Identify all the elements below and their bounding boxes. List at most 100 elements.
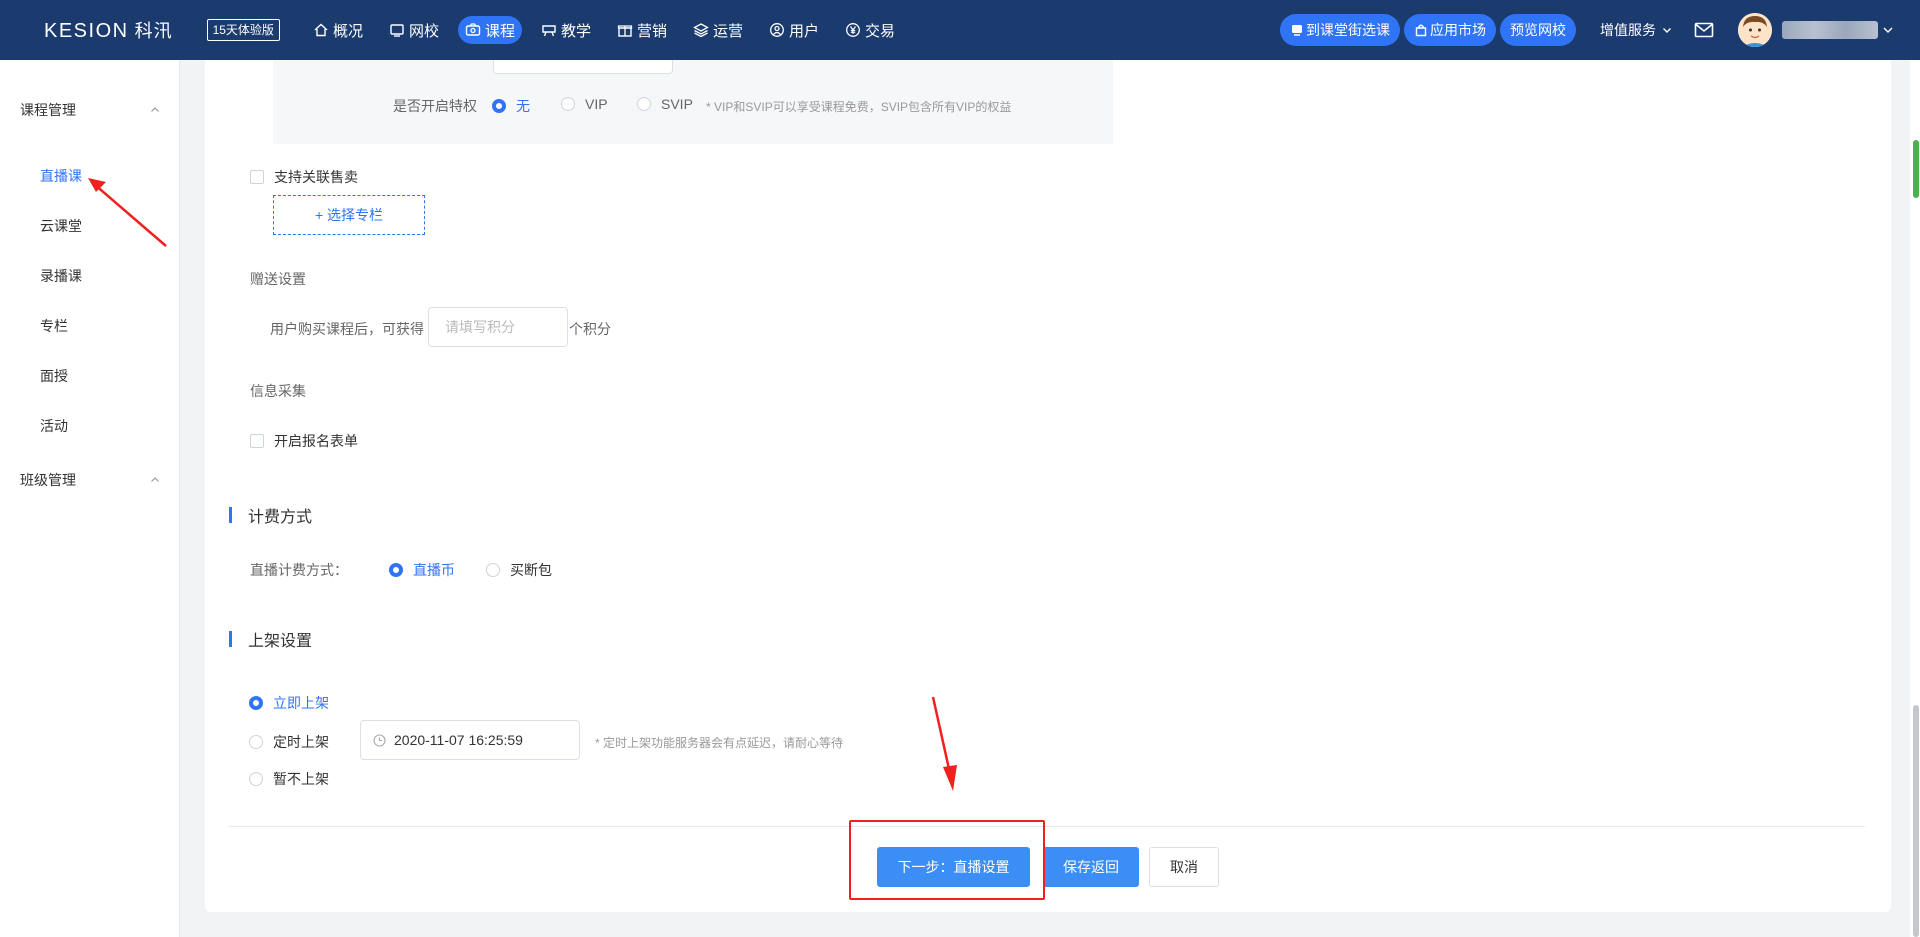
sidebar: 课程管理 直播课 云课堂 录播课 专栏 面授 活动 班级管理 — [0, 60, 180, 937]
section-title-text: 计费方式 — [248, 509, 313, 526]
billing-radio-coin[interactable]: 直播币 — [389, 560, 455, 580]
privilege-radio-none[interactable]: 无 — [492, 96, 530, 116]
points-placeholder: 请填写积分 — [445, 319, 515, 335]
sidebar-item-recorded[interactable]: 录播课 — [40, 266, 82, 286]
top-nav-bar: KESION 科汛 15天体验版 概况 网校 课程 教学 营销 运营 用户 交易… — [0, 0, 1920, 60]
radio-checked — [492, 99, 506, 113]
bag-icon — [1415, 24, 1427, 37]
nav-trade[interactable]: 交易 — [838, 16, 902, 44]
radio-label: 暂不上架 — [273, 771, 329, 787]
radio-label: SVIP — [661, 96, 693, 112]
related-sale-checkbox[interactable]: 支持关联售卖 — [250, 167, 358, 187]
radio-label: 立即上架 — [273, 695, 329, 711]
sidebar-group-label: 课程管理 — [20, 102, 76, 118]
radio-unchecked — [249, 735, 263, 749]
shelf-radio-scheduled[interactable]: 定时上架 — [249, 732, 329, 752]
radio-unchecked — [561, 97, 575, 111]
gift-section-title: 赠送设置 — [250, 271, 306, 287]
nav-label: 网校 — [408, 22, 439, 40]
radio-checked — [389, 563, 403, 577]
cancel-button[interactable]: 取消 — [1149, 847, 1219, 887]
pill-label: 到课堂街选课 — [1306, 22, 1390, 38]
radio-unchecked — [637, 97, 651, 111]
checkbox-unchecked — [250, 170, 264, 184]
user-icon — [770, 23, 784, 37]
datetime-value: 2020-11-07 16:25:59 — [394, 732, 523, 748]
radio-label: 直播币 — [413, 562, 455, 578]
shelf-radio-now[interactable]: 立即上架 — [249, 693, 329, 713]
sidebar-item-live[interactable]: 直播课 — [40, 166, 82, 186]
sidebar-group-course[interactable]: 课程管理 — [20, 100, 160, 120]
yen-icon — [846, 23, 860, 37]
username-blurred[interactable] — [1782, 21, 1878, 39]
sidebar-group-class[interactable]: 班级管理 — [20, 470, 160, 490]
nav-teach[interactable]: 教学 — [534, 16, 598, 44]
mail-icon[interactable] — [1694, 22, 1714, 38]
save-return-button[interactable]: 保存返回 — [1043, 847, 1139, 887]
app-market-button[interactable]: 应用市场 — [1404, 14, 1496, 46]
brand-logo[interactable]: KESION 科汛 — [44, 17, 173, 43]
cut-off-input[interactable] — [493, 60, 673, 74]
privilege-radio-vip[interactable]: VIP — [561, 96, 608, 112]
section-bar — [229, 507, 232, 523]
choose-column-button[interactable]: + 选择专栏 — [273, 195, 425, 235]
nav-label: 教学 — [560, 22, 591, 40]
annotation-arrow-icon — [931, 696, 957, 791]
to-course-street-button[interactable]: 到课堂街选课 — [1280, 14, 1400, 46]
nav-operation[interactable]: 运营 — [686, 16, 750, 44]
sidebar-item-activity[interactable]: 活动 — [40, 416, 68, 436]
points-input[interactable]: 请填写积分 — [428, 307, 568, 347]
top-right-actions: 到课堂街选课 应用市场 预览网校 增值服务 — [1280, 0, 1920, 60]
shelf-radio-not-now[interactable]: 暂不上架 — [249, 769, 329, 789]
privilege-radio-svip[interactable]: SVIP — [637, 96, 693, 112]
radio-checked — [249, 696, 263, 710]
radio-label: 无 — [516, 98, 530, 114]
shelf-section-title: 上架设置 — [229, 627, 312, 651]
chevron-down-icon — [1663, 28, 1671, 33]
logo-text-en: KESION — [44, 20, 129, 42]
main-nav: 概况 网校 课程 教学 营销 运营 用户 交易 — [306, 16, 914, 44]
nav-label: 运营 — [713, 22, 744, 40]
radio-unchecked — [249, 772, 263, 786]
section-bar — [229, 631, 232, 647]
clock-icon — [373, 733, 386, 747]
nav-school[interactable]: 网校 — [382, 16, 446, 44]
trial-badge[interactable]: 15天体验版 — [206, 19, 280, 41]
nav-label: 用户 — [789, 22, 820, 40]
signup-form-checkbox[interactable]: 开启报名表单 — [250, 431, 358, 451]
nav-overview[interactable]: 概况 — [306, 16, 370, 44]
main-content — [205, 60, 1891, 912]
value-added-service-menu[interactable]: 增值服务 — [1600, 20, 1672, 40]
nav-marketing[interactable]: 营销 — [610, 16, 674, 44]
billing-radio-buyout[interactable]: 买断包 — [486, 560, 552, 580]
sidebar-item-offline[interactable]: 面授 — [40, 366, 68, 386]
scroll-thumb[interactable] — [1913, 705, 1919, 937]
radio-label: VIP — [585, 96, 608, 112]
nav-user[interactable]: 用户 — [762, 16, 826, 44]
chevron-up-icon — [151, 477, 159, 482]
annotation-arrow-icon — [88, 178, 167, 247]
sidebar-item-column[interactable]: 专栏 — [40, 316, 68, 336]
preview-school-button[interactable]: 预览网校 — [1500, 14, 1576, 46]
chevron-down-icon[interactable] — [1882, 24, 1894, 36]
privilege-hint: * VIP和SVIP可以享受课程免费，SVIP包含所有VIP的权益 — [706, 100, 1012, 114]
gift-prefix: 用户购买课程后，可获得 — [270, 321, 424, 337]
scroll-indicator[interactable] — [1913, 140, 1919, 198]
radio-label: 定时上架 — [273, 734, 329, 750]
info-section-title: 信息采集 — [250, 383, 306, 399]
layers-icon — [693, 23, 709, 38]
sidebar-item-cloud[interactable]: 云课堂 — [40, 216, 82, 236]
schedule-datetime-input[interactable]: 2020-11-07 16:25:59 — [360, 720, 580, 760]
nav-course[interactable]: 课程 — [457, 16, 522, 44]
checkbox-label: 开启报名表单 — [274, 433, 358, 449]
avatar[interactable] — [1738, 13, 1772, 47]
page-scrollbar[interactable] — [1910, 60, 1920, 937]
nav-label: 概况 — [332, 22, 363, 40]
school-icon — [390, 24, 404, 37]
teach-icon — [542, 25, 556, 37]
checkbox-label: 支持关联售卖 — [274, 169, 358, 185]
highlight-box — [849, 820, 1045, 900]
gift-suffix: 个积分 — [569, 321, 611, 337]
privilege-label: 是否开启特权 — [393, 98, 477, 114]
chat-icon — [1292, 25, 1302, 36]
